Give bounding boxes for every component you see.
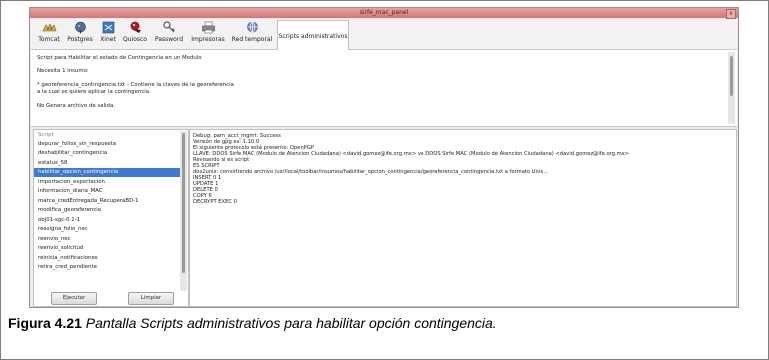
script-description-panel: Script para Habilitar el estado de Conti… [31,50,737,127]
app-window: sirfe_mac_panel x Tomcat Postgres Xinet [29,7,739,308]
output-console: Debug: pam_acct_mgmt: Success Versión de… [189,129,737,307]
list-item[interactable]: marca_credEntregada_RecuperaBD-1 [34,197,180,206]
list-item[interactable]: importacion_exportacion [34,178,180,187]
xinet-icon [102,21,114,34]
description-line: a la cual se quiere aplicar la contingen… [37,89,151,95]
key-icon [162,21,175,33]
list-item-selected[interactable]: habilitar_opcion_contingencia [34,168,180,177]
tab-postgres[interactable]: Postgres [65,21,95,47]
clear-button[interactable]: Limpiar [128,292,174,305]
list-item[interactable]: depurar_folios_sin_respuesta [34,140,180,149]
postgres-elephant-icon [74,21,86,34]
script-list-scrollbar[interactable] [180,131,187,291]
tab-label: Scripts administrativos [278,33,348,40]
description-line: No Genera archivo de salida. [37,103,115,109]
tomcat-icon [42,23,56,32]
printer-icon [201,21,215,34]
kiosk-icon [130,21,141,33]
script-list: Script depurar_folios_sin_respuesta desh… [33,129,189,307]
network-icon [246,21,258,33]
toolbar: Tomcat Postgres Xinet Quiosco Password I… [31,19,737,50]
output-line: LLAVE: DDOS Sirfe MAC (Modulo de Atencio… [193,151,630,157]
list-item[interactable]: estatus_58 [34,159,180,168]
scrollbar-thumb[interactable] [182,133,185,273]
tab-label: Quiosco [123,36,147,43]
description-scrollbar[interactable] [728,52,735,124]
description-line: * georeferencia_contingencia.txt - Conti… [37,82,234,88]
list-item[interactable]: reinicia_notificaciones [34,254,180,263]
script-list-header: Script [38,132,54,138]
list-item[interactable]: informacion_diaria_MAC [34,187,180,196]
close-icon[interactable]: x [726,9,736,19]
output-line: dos2unix: convirtiendo archivo /usr/loca… [193,169,549,175]
tab-label: Impresoras [191,36,225,43]
tab-label: Password [154,36,184,43]
tab-impresoras[interactable]: Impresoras [188,21,228,47]
tab-label: Tomcat [38,36,60,43]
window-title: sirfe_mac_panel [359,9,409,16]
list-item[interactable]: reenvio_solicitud [34,244,180,253]
list-item[interactable]: deshabilitar_contingencia [34,149,180,158]
tab-label: Postgres [67,36,93,43]
scrollbar-thumb[interactable] [730,56,733,96]
list-item[interactable]: obj01-sgc-0.1-1 [34,216,180,225]
caption-label: Figura 4.21 [8,315,82,331]
caption-text: Pantalla Scripts administrativos para ha… [81,315,497,331]
description-line: Necesita 1 insumo: [37,68,89,74]
description-line: Script para Habilitar el estado de Conti… [37,55,202,61]
list-item[interactable]: modifica_georeferencia [34,206,180,215]
tab-label: Xinet [100,36,116,43]
title-bar: sirfe_mac_panel x [30,8,738,19]
tab-label: Red temporal [231,36,273,43]
tab-xinet[interactable]: Xinet [97,21,119,47]
tab-scripts-administrativos[interactable]: Scripts administrativos [277,20,349,50]
run-button[interactable]: Ejecutar [51,292,97,305]
tab-red-temporal[interactable]: Red temporal [229,21,275,47]
list-item[interactable]: reenvio_nec [34,235,180,244]
tab-tomcat[interactable]: Tomcat [34,21,64,47]
output-line: DECRYPT EXEC 0 [193,199,237,205]
tab-password[interactable]: Password [152,21,186,47]
list-item[interactable]: retira_cred_pendiente [34,263,180,272]
list-item[interactable]: reasigna_folio_nec [34,225,180,234]
figure-caption: Figura 4.21 Pantalla Scripts administrat… [8,315,497,331]
tab-quiosco[interactable]: Quiosco [120,21,150,47]
